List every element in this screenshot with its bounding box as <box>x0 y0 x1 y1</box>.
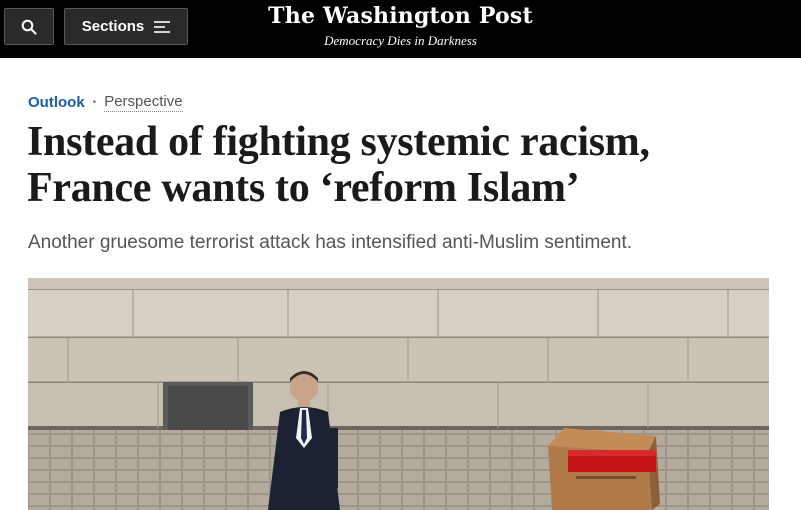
kicker-separator: • <box>92 97 97 108</box>
site-logo[interactable]: The Washington Post <box>0 3 801 29</box>
headline-line-2: France wants to ‘reform Islam’ <box>27 165 580 211</box>
lead-photo[interactable] <box>28 278 769 510</box>
article-subheadline: Another gruesome terrorist attack has in… <box>28 232 633 253</box>
article-headline: Instead of fighting systemic racism, Fra… <box>27 119 747 211</box>
lead-photo-illustration <box>28 278 769 510</box>
headline-line-1: Instead of fighting systemic racism, <box>27 119 650 165</box>
section-link[interactable]: Outlook <box>28 94 85 111</box>
site-tagline: Democracy Dies in Darkness <box>324 33 477 48</box>
article-kicker: Outlook • Perspective <box>28 93 183 112</box>
top-navigation-bar: Sections The Washington Post Democracy D… <box>0 0 801 58</box>
perspective-label[interactable]: Perspective <box>104 93 183 112</box>
